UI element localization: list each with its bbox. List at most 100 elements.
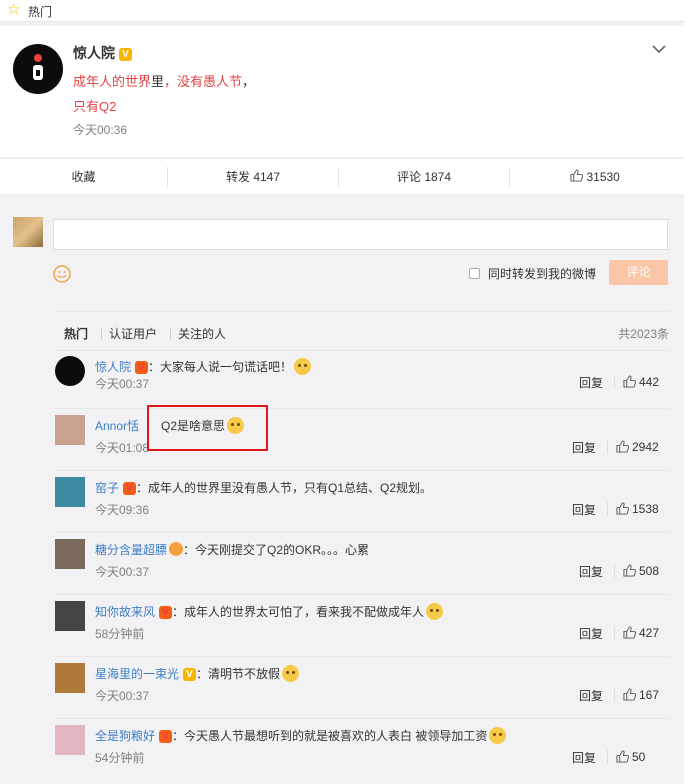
author-name-text[interactable]: 惊人院 [73,45,115,61]
commenter-name[interactable]: 惊人院 [95,360,131,374]
divider [607,502,608,516]
member-crown-icon [169,542,184,556]
my-avatar[interactable] [13,217,43,247]
thumbs-up-icon [616,502,630,515]
post-actions: 收藏 转发 4147 评论 1874 31530 [0,158,684,194]
colon-separator: ： [196,667,209,681]
repost-button[interactable]: 转发 4147 [168,159,338,195]
verified-badge-icon: V [159,606,173,619]
post-text-segment: 里 [151,74,165,89]
comment-like-count: 508 [639,564,660,578]
comment-time: 今天00:37 [95,565,150,579]
verified-badge-icon: V [123,482,137,495]
divider [614,564,615,578]
reply-button[interactable]: 回复 [579,687,603,704]
commenter-avatar[interactable] [55,601,85,631]
comment-time: 今天01:08 [95,441,150,455]
post-text-segment: ，没有愚人节 [164,74,243,89]
divider [614,688,615,702]
verified-badge-icon: V [119,48,132,61]
chevron-down-icon[interactable] [651,44,667,54]
verified-badge-icon: V [159,730,173,743]
divider [101,327,102,339]
commenter-avatar[interactable] [55,725,85,755]
divider [614,375,615,389]
comment-row: 窑子 V ：成年人的世界里没有愚人节，只有Q1总结、Q2规划。今天09:36 回复 15… [54,471,669,533]
scroll-track [684,0,689,784]
tab-verified-users[interactable]: 认证用户 [109,325,157,342]
reply-button[interactable]: 回复 [572,439,596,456]
comment-body: 全是狗粮好 V ：今天愚人节最想听到的就是被喜欢的人表白 被领导加工资 [95,727,507,744]
comment-row: 糖分含量超膘 ：今天刚提交了Q2的OKR。。。心累 今天00:37 回复 508 [54,533,669,595]
colon-separator: ： [136,481,149,495]
commenter-name[interactable]: 窑子 [95,481,119,495]
reply-button[interactable]: 回复 [579,374,603,391]
commenter-name[interactable]: Annor恬 [95,419,139,433]
comment-like-count: 427 [639,626,660,640]
colon-separator: ： [172,605,185,619]
tab-hot[interactable]: 热门 [64,325,88,342]
colon-separator: ： [148,360,161,374]
colon-separator: ： [172,729,185,743]
emoji-icon [426,603,444,620]
commenter-avatar[interactable] [55,663,85,693]
repost-checkbox-label[interactable]: 同时转发到我的微博 [488,265,596,282]
commenter-name[interactable]: 星海里的一束光 [95,667,179,681]
reply-button[interactable]: 回复 [572,501,596,518]
verified-badge-icon: V [183,668,197,681]
brand-logo-icon [33,54,43,80]
thumbs-up-icon [616,440,630,453]
comment-like-button[interactable]: 167 [623,688,659,702]
emoji-picker-icon[interactable] [53,265,71,283]
thumbs-up-icon [623,375,637,388]
divider [607,750,608,764]
top-bar: ☆ 热门 [0,0,689,22]
colon-separator: ： [183,543,196,557]
commenter-avatar[interactable] [55,415,85,445]
comment-body: 糖分含量超膘 ：今天刚提交了Q2的OKR。。。心累 [95,541,369,558]
comment-like-button[interactable]: 1538 [616,502,659,516]
comment-tabs: 热门 认证用户 关注的人 共2023条 [54,311,669,351]
verified-badge-icon: V [135,361,149,374]
reply-button[interactable]: 回复 [579,563,603,580]
reply-button[interactable]: 回复 [579,625,603,642]
comment-total: 共2023条 [618,327,669,341]
commenter-avatar[interactable] [55,356,85,386]
comment-time: 今天09:36 [95,503,150,517]
comment-like-count: 1538 [632,502,659,516]
submit-comment-button[interactable]: 评论 [609,260,668,285]
collect-button[interactable]: 收藏 [0,159,167,195]
commenter-avatar[interactable] [55,539,85,569]
repost-checkbox[interactable] [469,268,480,279]
commenter-name[interactable]: 糖分含量超膘 [95,543,167,557]
comment-input[interactable] [53,219,668,250]
commenter-name[interactable]: 全是狗粮好 [95,729,155,743]
comment-composer: 同时转发到我的微博 评论 [0,198,684,305]
emoji-icon [489,727,507,744]
comment-like-count: 2942 [632,440,659,454]
thumbs-up-icon [623,564,637,577]
comment-time: 今天00:37 [95,377,150,391]
post-text-segment: ， [242,74,256,89]
reply-button[interactable]: 回复 [572,749,596,766]
author-name[interactable]: 惊人院 V [73,43,132,63]
commenter-name[interactable]: 知你故来风 [95,605,155,619]
comment-like-button[interactable]: 50 [616,750,645,764]
like-button[interactable]: 31530 [510,159,680,195]
comment-like-button[interactable]: 427 [623,626,659,640]
comment-like-count: 50 [632,750,646,764]
tab-following[interactable]: 关注的人 [178,325,226,342]
comment-button[interactable]: 评论 1874 [339,159,509,195]
comment-text: 成年人的世界里没有愚人节，只有Q1总结、Q2规划。 [148,481,433,495]
comment-text: 大家每人说一句谎话吧！ [160,360,293,374]
comment-row: 全是狗粮好 V ：今天愚人节最想听到的就是被喜欢的人表白 被领导加工资 54分钟前 回复… [54,719,669,784]
comment-row: 知你故来风 V ：成年人的世界太可怕了，看来我不配做成年人 58分钟前 回复 427 [54,595,669,657]
comment-like-button[interactable]: 2942 [616,440,659,454]
author-avatar[interactable] [13,44,63,94]
post-text-line-2: 只有Q2 [73,99,117,114]
comment-like-button[interactable]: 508 [623,564,659,578]
comment-like-button[interactable]: 442 [623,375,659,389]
emoji-icon [294,358,312,375]
divider [170,327,171,339]
commenter-avatar[interactable] [55,477,85,507]
